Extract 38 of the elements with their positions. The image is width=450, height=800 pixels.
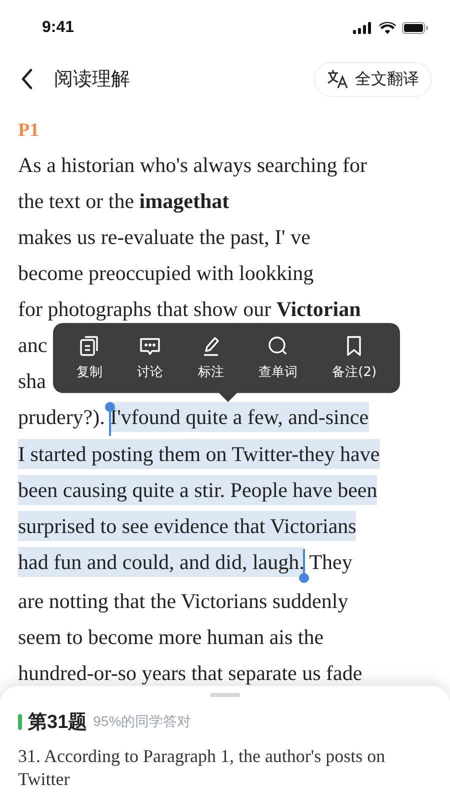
translate-button[interactable]: 全文翻译 bbox=[314, 62, 432, 96]
passage-text: makes us re-evaluate the past, I' ve bbox=[18, 225, 310, 249]
passage-text: As a historian who's always searching for bbox=[18, 153, 368, 177]
menu-item[interactable]: 标注 bbox=[198, 335, 224, 381]
drag-handle[interactable] bbox=[210, 693, 240, 697]
passage-text: sha bbox=[18, 369, 46, 393]
passage-text: They bbox=[308, 550, 352, 574]
passage-text: become preoccupied with lookking bbox=[18, 261, 314, 285]
passage-text: seem to become more human ais the bbox=[18, 625, 324, 650]
highlighted-text: surprised to see evidence that Victorians bbox=[18, 511, 356, 542]
page-title: 阅读理解 bbox=[54, 68, 131, 92]
lookup-icon bbox=[266, 335, 289, 357]
passage-text: are notting that the Victorians suddenly bbox=[18, 589, 348, 614]
battery-icon bbox=[402, 22, 428, 34]
menu-item[interactable]: 备注(2) bbox=[332, 335, 377, 381]
status-time: 9:41 bbox=[42, 18, 74, 36]
highlighted-text: I'vfound quite a few, and-since bbox=[110, 402, 369, 432]
highlighted-text: I started posting them on Twitter-they have bbox=[18, 439, 380, 470]
passage-text: hundred-or-so years that separate us fade bbox=[18, 661, 362, 686]
discuss-icon bbox=[139, 335, 162, 357]
copy-icon bbox=[78, 335, 100, 357]
accent-bar bbox=[18, 714, 22, 730]
question-number: 第31题 bbox=[28, 711, 88, 735]
menu-item[interactable]: 复制 bbox=[76, 335, 102, 381]
signal-icon bbox=[353, 22, 373, 34]
translate-icon bbox=[327, 69, 349, 89]
wifi-icon bbox=[379, 22, 396, 34]
highlighted-text: been causing quite a stir. People have been bbox=[18, 475, 378, 506]
menu-item[interactable]: 讨论 bbox=[137, 335, 164, 381]
highlighted-text: had fun and could, and did, laugh. bbox=[18, 547, 304, 578]
paragraph-heading: P1 bbox=[18, 119, 40, 143]
passage-text: the text or the imagethat bbox=[18, 189, 230, 213]
passage-text: for photographs that show our Victorian bbox=[18, 297, 361, 321]
passage-text: prudery?). bbox=[18, 405, 106, 429]
question-text: 31. According to Paragraph 1, the author's posts on Twitter bbox=[18, 745, 386, 791]
passage-text: anc bbox=[18, 333, 48, 357]
correct-rate: 95%的同学答对 bbox=[93, 713, 192, 731]
menu-item[interactable]: 查单词 bbox=[258, 335, 298, 381]
